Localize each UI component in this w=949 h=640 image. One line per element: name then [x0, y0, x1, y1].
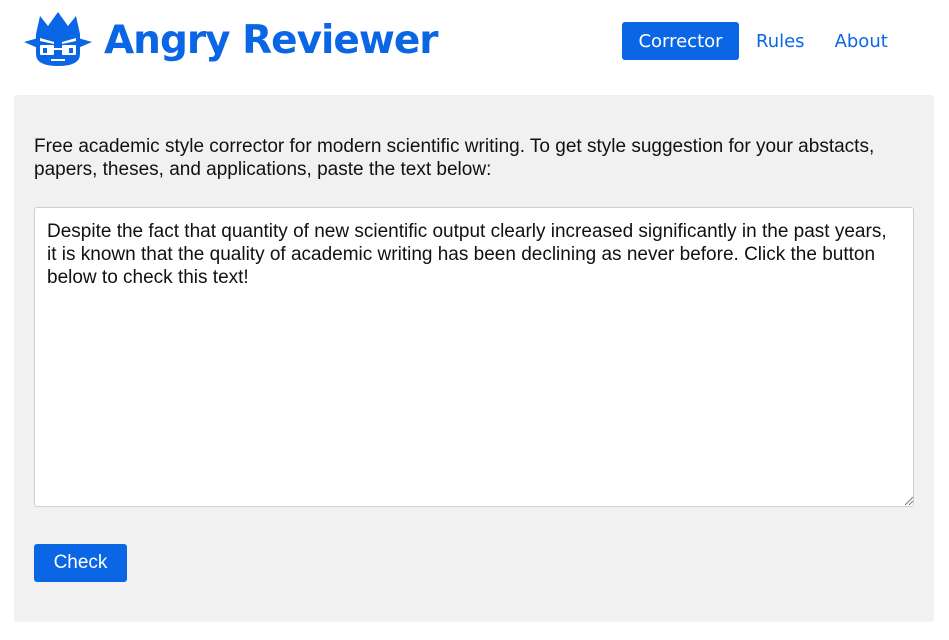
resize-handle-icon[interactable]: [904, 495, 914, 505]
corrector-panel: Free academic style corrector for modern…: [14, 95, 934, 622]
nav-corrector[interactable]: Corrector: [622, 22, 739, 60]
brand-name: Angry Reviewer: [104, 17, 439, 63]
logo[interactable]: Angry Reviewer: [22, 12, 439, 68]
angry-reviewer-logo-icon: [24, 12, 92, 66]
intro-text: Free academic style corrector for modern…: [34, 136, 875, 180]
header: Angry Reviewer Corrector Rules About: [0, 0, 949, 95]
nav-rules[interactable]: Rules: [756, 22, 805, 60]
main-nav: Corrector Rules About: [622, 22, 888, 60]
text-input[interactable]: Despite the fact that quantity of new sc…: [34, 207, 914, 507]
check-button[interactable]: Check: [34, 544, 127, 582]
nav-about[interactable]: About: [835, 22, 888, 60]
